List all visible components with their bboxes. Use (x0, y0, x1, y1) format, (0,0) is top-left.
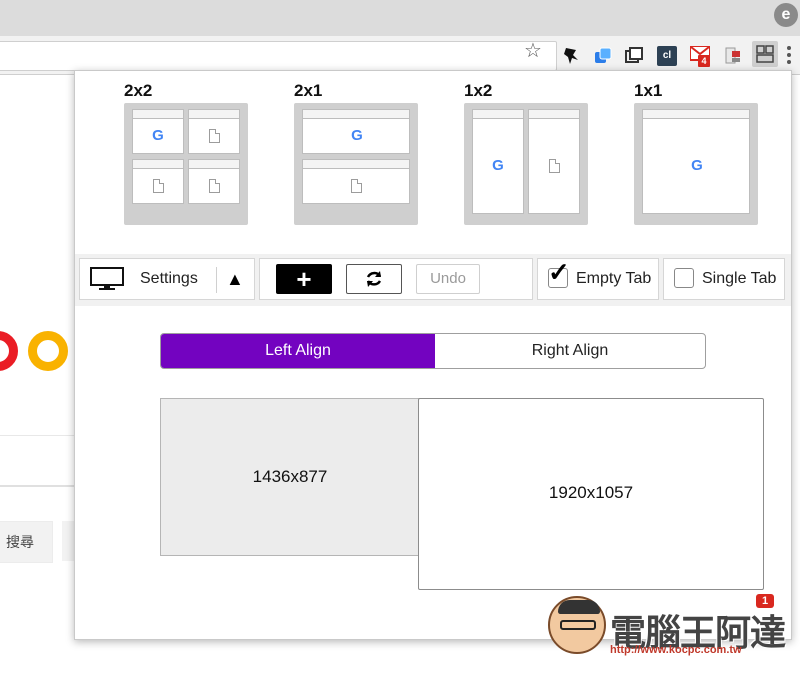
bookmark-star-icon[interactable]: ☆ (524, 38, 542, 63)
blank-page-icon (549, 159, 560, 173)
display-resolution-label: 1920x1057 (548, 483, 634, 502)
google-g-icon: G (152, 127, 164, 144)
refresh-button[interactable] (346, 264, 402, 294)
extension-document-icon[interactable] (723, 46, 743, 66)
profile-avatar-icon[interactable]: e (774, 3, 798, 27)
extension-windows-icon[interactable] (624, 46, 644, 66)
alignment-toggle: Left Align Right Align (160, 333, 706, 369)
blank-page-icon (153, 179, 164, 193)
address-bar[interactable] (0, 41, 557, 71)
google-g-icon: G (351, 127, 363, 144)
extension-cl-icon[interactable]: cl (657, 46, 677, 66)
search-button[interactable]: 搜尋 (0, 521, 53, 563)
mascot-face-icon (548, 596, 606, 654)
browser-tab-strip: e (0, 0, 800, 36)
tab-resize-popup: 2x2 G 2x1 G 1x2 G 1x1 G Settings ▲ + Und… (74, 70, 792, 640)
empty-tab-option[interactable]: ✓ Empty Tab (537, 258, 659, 300)
actions-box: + Undo (259, 258, 533, 300)
watermark-url: http://www.kocpc.com.tw (610, 644, 742, 656)
single-tab-checkbox[interactable] (674, 268, 694, 288)
blank-page-icon (351, 179, 362, 193)
browser-menu-icon[interactable] (786, 44, 792, 66)
single-tab-option[interactable]: Single Tab (663, 258, 785, 300)
gmail-extension-icon[interactable]: 4 (690, 46, 710, 67)
display-resolution-label: 1436x877 (252, 467, 328, 486)
mail-count-badge: 4 (698, 55, 710, 67)
layout-thumbnail[interactable]: G (464, 103, 588, 225)
extension-figure-icon[interactable] (562, 46, 582, 66)
right-align-button[interactable]: Right Align (435, 334, 705, 368)
layout-label: 1x1 (634, 81, 663, 100)
tab-resize-extension-icon[interactable] (752, 41, 778, 67)
layout-thumbnail[interactable]: G (124, 103, 248, 225)
display-preview-secondary[interactable]: 1920x1057 (418, 398, 764, 590)
layout-1x1[interactable]: 1x1 G (634, 81, 758, 231)
layout-2x2[interactable]: 2x2 G (124, 81, 248, 231)
layout-thumbnail[interactable]: G (634, 103, 758, 225)
empty-tab-label: Empty Tab (576, 270, 652, 287)
layout-thumbnail[interactable]: G (294, 103, 418, 225)
layout-label: 2x2 (124, 81, 153, 100)
google-g-icon: G (492, 157, 504, 174)
settings-label[interactable]: Settings (140, 270, 198, 288)
google-g-icon: G (691, 157, 703, 174)
logo-ring-orange (28, 331, 68, 371)
logo-ring-red (0, 331, 18, 371)
blank-page-icon (209, 129, 220, 143)
site-watermark: 電腦王阿達 http://www.kocpc.com.tw 1 (548, 594, 788, 664)
search-box-top-border (0, 435, 80, 436)
watermark-badge: 1 (756, 594, 774, 608)
layout-2x1[interactable]: 2x1 G (294, 81, 418, 231)
checkmark-icon: ✓ (548, 257, 570, 287)
left-align-button[interactable]: Left Align (161, 334, 435, 368)
display-preview-primary[interactable]: 1436x877 (160, 398, 420, 556)
controls-bar: Settings ▲ + Undo ✓ Empty Tab Single Tab (75, 254, 791, 306)
layout-label: 2x1 (294, 81, 323, 100)
undo-button[interactable]: Undo (416, 264, 480, 294)
layout-1x2[interactable]: 1x2 G (464, 81, 588, 231)
settings-box[interactable]: Settings ▲ (79, 258, 255, 300)
empty-tab-checkbox[interactable]: ✓ (548, 259, 570, 288)
extension-layers-icon[interactable] (593, 46, 613, 66)
blank-page-icon (209, 179, 220, 193)
settings-separator (216, 267, 217, 293)
layout-label: 1x2 (464, 81, 493, 100)
monitor-icon (90, 267, 124, 290)
refresh-icon (366, 271, 382, 287)
chevron-up-icon[interactable]: ▲ (226, 269, 244, 290)
single-tab-label: Single Tab (702, 270, 777, 287)
search-box-bottom-border (0, 485, 80, 487)
add-layout-button[interactable]: + (276, 264, 332, 294)
